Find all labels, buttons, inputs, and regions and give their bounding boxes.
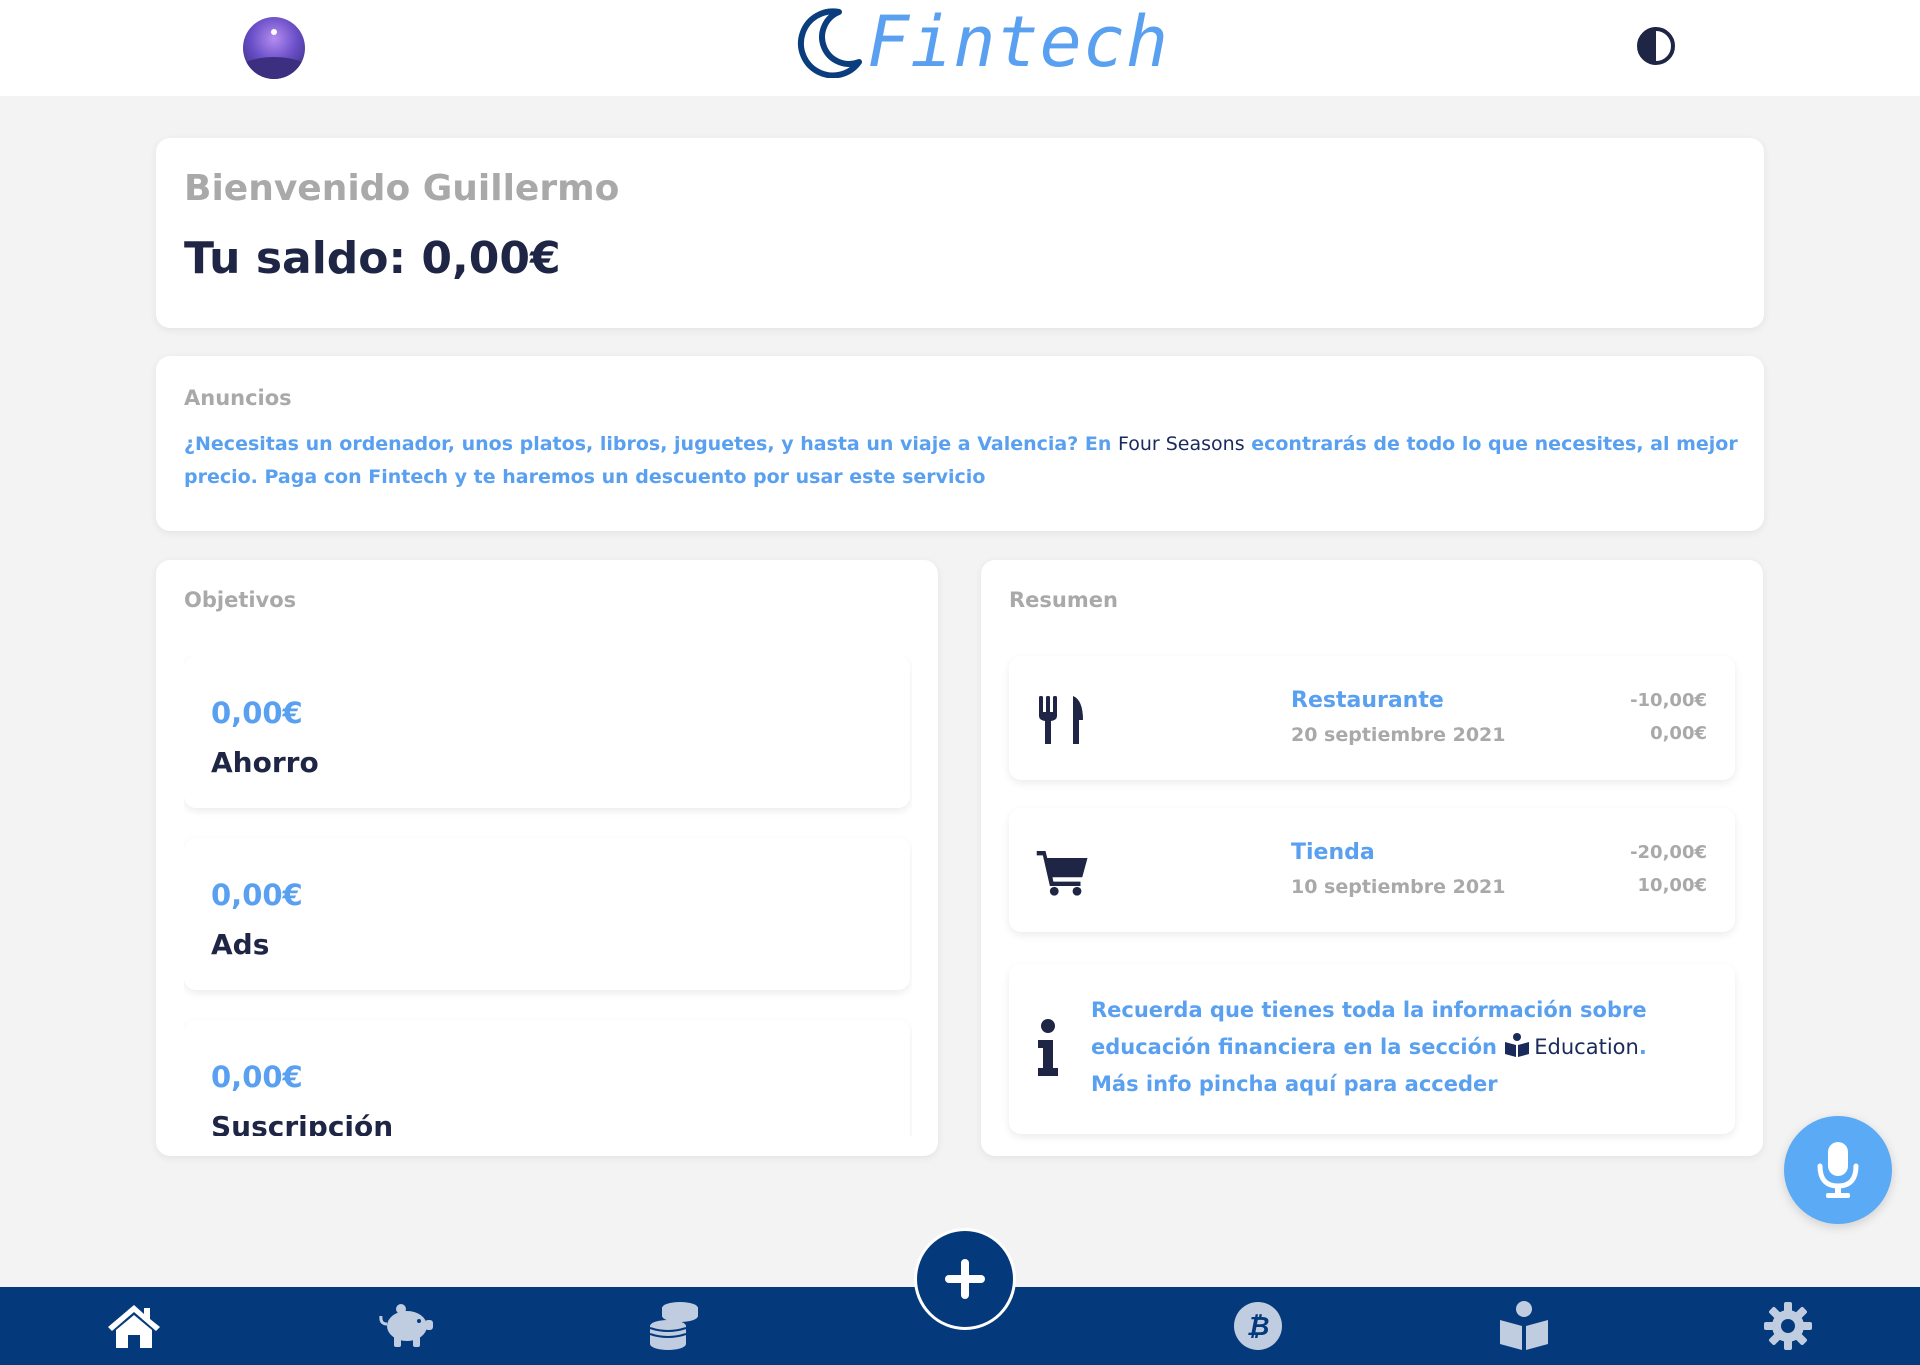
- goal-item-suscripcion[interactable]: 0,00€ Suscripción: [184, 1020, 910, 1136]
- goal-amount: 0,00€: [211, 696, 303, 730]
- avatar[interactable]: [243, 17, 305, 79]
- ads-title: Anuncios: [184, 386, 292, 410]
- nav-home[interactable]: [104, 1297, 164, 1355]
- goal-item-ahorro[interactable]: 0,00€ Ahorro: [184, 656, 910, 808]
- coins-icon: [649, 1302, 698, 1350]
- transaction-tienda[interactable]: Tienda 10 septiembre 2021 -20,00€ 10,00€: [1009, 808, 1735, 932]
- transaction-amount: -10,00€: [1630, 690, 1707, 711]
- nav-coins[interactable]: [644, 1297, 704, 1355]
- transaction-name: Tienda: [1291, 840, 1375, 865]
- welcome-greeting: Bienvenido Guillermo: [184, 168, 620, 209]
- piggy-bank-icon: [379, 1304, 433, 1347]
- book-reader-icon: [1505, 1033, 1530, 1057]
- nav-savings[interactable]: [376, 1297, 436, 1355]
- utensils-icon: [1039, 696, 1083, 744]
- ads-text[interactable]: ¿Necesitas un ordenador, unos platos, li…: [184, 428, 1739, 494]
- summary-title: Resumen: [1009, 588, 1118, 612]
- transaction-balance: 0,00€: [1650, 723, 1707, 744]
- goals-title: Objetivos: [184, 588, 297, 612]
- goal-amount: 0,00€: [211, 1060, 303, 1094]
- book-reader-icon: [1500, 1301, 1548, 1350]
- bitcoin-icon: ₿: [1234, 1302, 1282, 1350]
- goal-amount: 0,00€: [211, 878, 303, 912]
- ads-text-before: ¿Necesitas un ordenador, unos platos, li…: [184, 433, 1118, 455]
- goal-item-ads[interactable]: 0,00€ Ads: [184, 838, 910, 990]
- summary-card: Resumen Restaurante 20 septiembre 2021 -…: [981, 560, 1763, 1156]
- goal-name: Ahorro: [211, 746, 319, 779]
- ads-card: Anuncios ¿Necesitas un ordenador, unos p…: [156, 356, 1764, 531]
- education-section-label: Education: [1534, 1035, 1639, 1059]
- app-logo[interactable]: Fintech: [795, 1, 1170, 83]
- theme-toggle-button[interactable]: [1636, 26, 1676, 66]
- info-icon: [1038, 1019, 1058, 1076]
- transaction-amount: -20,00€: [1630, 842, 1707, 863]
- goal-name: Ads: [211, 928, 270, 961]
- avatar-hill: [243, 57, 305, 79]
- gear-icon: [1764, 1302, 1812, 1350]
- education-info-text: Recuerda que tienes toda la información …: [1091, 992, 1701, 1103]
- moon-logo-icon: [797, 8, 862, 78]
- voice-assistant-button[interactable]: [1784, 1116, 1892, 1224]
- nav-education[interactable]: [1494, 1297, 1554, 1355]
- transaction-date: 10 septiembre 2021: [1291, 876, 1506, 898]
- goals-card: Objetivos 0,00€ Ahorro 0,00€ Ads 0,00€ S…: [156, 560, 938, 1156]
- nav-crypto[interactable]: ₿: [1228, 1297, 1288, 1355]
- contrast-icon: [1637, 27, 1675, 65]
- ads-brand: Four Seasons: [1117, 433, 1245, 455]
- transaction-restaurante[interactable]: Restaurante 20 septiembre 2021 -10,00€ 0…: [1009, 656, 1735, 780]
- add-button[interactable]: [914, 1228, 1016, 1330]
- goal-name: Suscripción: [211, 1110, 394, 1136]
- avatar-moon: [271, 29, 277, 35]
- transaction-date: 20 septiembre 2021: [1291, 724, 1506, 746]
- microphone-icon: [1817, 1142, 1859, 1198]
- home-icon: [108, 1305, 160, 1348]
- balance-label: Tu saldo: 0,00€: [184, 233, 561, 284]
- education-section-link[interactable]: Education: [1504, 1033, 1639, 1059]
- goals-list[interactable]: 0,00€ Ahorro 0,00€ Ads 0,00€ Suscripción: [184, 656, 912, 1136]
- transaction-name: Restaurante: [1291, 688, 1444, 713]
- shopping-cart-icon: [1036, 851, 1088, 896]
- app-header: Fintech: [0, 0, 1920, 96]
- education-info: Recuerda que tienes toda la información …: [1009, 964, 1735, 1134]
- plus-icon: [945, 1259, 985, 1299]
- transaction-balance: 10,00€: [1637, 875, 1707, 896]
- welcome-card: Bienvenido Guillermo Tu saldo: 0,00€: [156, 138, 1764, 328]
- nav-settings[interactable]: [1758, 1297, 1818, 1355]
- svg-text:₿: ₿: [1247, 1312, 1270, 1342]
- app-logo-text: Fintech: [867, 1, 1170, 83]
